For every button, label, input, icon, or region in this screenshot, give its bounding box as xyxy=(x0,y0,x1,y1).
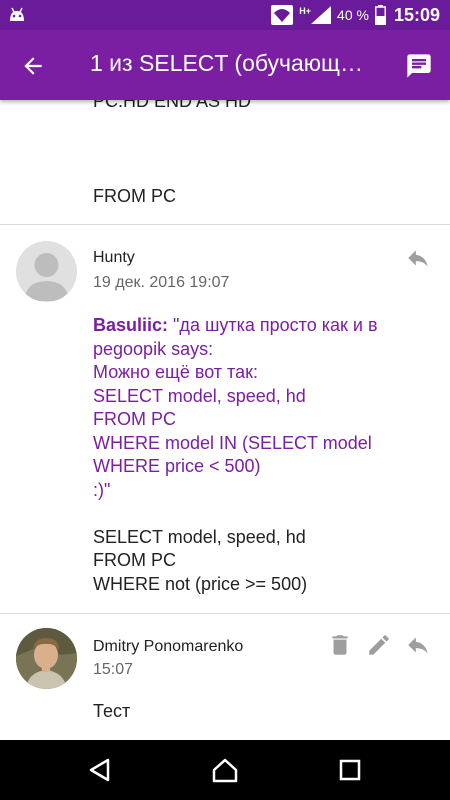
post-author[interactable]: Hunty xyxy=(93,249,135,267)
android-icon xyxy=(10,7,24,21)
reply-icon[interactable] xyxy=(405,632,431,658)
recents-nav-icon[interactable] xyxy=(336,756,364,784)
previous-post-tail: PC.HD END AS HD FROM PC xyxy=(0,100,450,225)
post-body: Тест xyxy=(93,700,438,724)
post-body: Basuliic: "да шутка просто как и в pegoo… xyxy=(93,314,438,596)
post-text-line: PC.HD END AS HD xyxy=(93,100,252,111)
post-list[interactable]: PC.HD END AS HD FROM PC Hunty 19 дек. 20… xyxy=(0,100,450,740)
network-type-label: H+ xyxy=(299,6,312,16)
quote-line: SELECT model, speed, hd xyxy=(93,385,306,406)
post-text-line: SELECT model, speed, hd xyxy=(93,526,306,547)
quote-line: "да шутка просто как и в xyxy=(173,315,378,335)
post-text-line: FROM PC xyxy=(93,186,176,206)
post-item: Dmitry Ponomarenko 15:07 Тест xyxy=(0,614,450,740)
quote-line: Можно ещё вот так: xyxy=(93,362,258,382)
post-item: Hunty 19 дек. 2016 19:07 Basuliic: "да ш… xyxy=(0,225,450,614)
status-bar: H+ 40 % 15:09 xyxy=(0,0,450,30)
post-text-line: WHERE not (price >= 500) xyxy=(93,573,308,594)
quote-block: Basuliic: "да шутка просто как и в pegoo… xyxy=(93,314,438,502)
back-nav-icon[interactable] xyxy=(86,756,114,784)
default-avatar[interactable] xyxy=(16,241,77,302)
page-title: 1 из SELECT (обучающ… xyxy=(90,50,363,76)
quote-line: FROM PC xyxy=(93,409,176,429)
app-bar: 1 из SELECT (обучающ… xyxy=(0,30,450,100)
navigation-bar xyxy=(0,740,450,800)
wifi-icon xyxy=(271,5,294,25)
arrow-back-icon[interactable] xyxy=(20,53,46,79)
post-date: 19 дек. 2016 19:07 xyxy=(93,274,230,291)
post-date: 15:07 xyxy=(93,661,134,678)
post-text-line: FROM PC xyxy=(93,550,176,570)
battery-percent: 40 % xyxy=(337,7,369,23)
battery-icon xyxy=(374,5,386,25)
quote-line: pegoopik says: xyxy=(93,338,214,359)
quote-line: WHERE model IN (SELECT model xyxy=(93,432,372,453)
post-author[interactable]: Dmitry Ponomarenko xyxy=(93,638,243,656)
post-text-line: Тест xyxy=(93,701,131,721)
quote-author[interactable]: Basuliic: xyxy=(93,315,168,335)
home-nav-icon[interactable] xyxy=(211,756,239,784)
edit-icon[interactable] xyxy=(366,632,392,658)
signal-icon xyxy=(311,6,332,24)
delete-icon[interactable] xyxy=(327,632,353,658)
status-clock: 15:09 xyxy=(393,4,440,25)
reply-icon[interactable] xyxy=(405,245,431,271)
quote-line: :)" xyxy=(93,479,111,500)
message-icon[interactable] xyxy=(405,52,433,80)
quote-line: WHERE price < 500) xyxy=(93,456,261,476)
user-photo-avatar[interactable] xyxy=(16,628,77,689)
